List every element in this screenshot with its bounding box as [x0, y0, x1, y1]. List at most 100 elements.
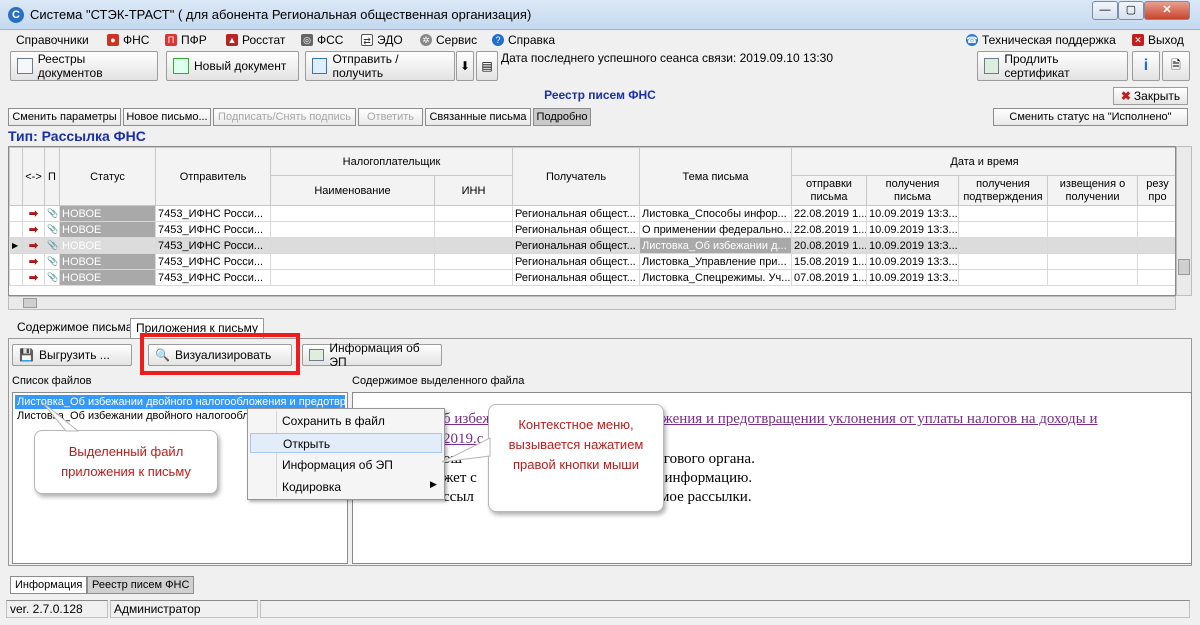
registry-button[interactable]: Реестры документов: [10, 51, 158, 81]
set-done-status-button[interactable]: Сменить статус на "Исполнено": [993, 108, 1188, 126]
menu-service[interactable]: ✲ Сервис: [420, 32, 477, 48]
sync-icon: [312, 58, 328, 74]
cell-taxpayer-inn: [434, 221, 513, 238]
table-row[interactable]: ➡ 📎 НОВОЕ 7453_ИФНС Росси... Региональная об…: [9, 205, 1175, 222]
print-button[interactable]: ▤: [476, 51, 498, 81]
grid-horizontal-scrollbar[interactable]: [8, 296, 1176, 310]
context-encoding[interactable]: Кодировка: [250, 477, 442, 497]
cell-result: [1137, 205, 1175, 222]
menu-pfr[interactable]: П ПФР: [165, 32, 207, 48]
context-signature-info[interactable]: Информация об ЭП: [250, 455, 442, 475]
cell-taxpayer-name: [270, 205, 435, 222]
cell-sent-date: 20.08.2019 1...: [791, 237, 867, 254]
grid-header-direction[interactable]: <->: [22, 147, 45, 206]
grid-header-p[interactable]: П: [44, 147, 60, 206]
cell-recipient: Региональная общест...: [512, 205, 640, 222]
info-icon[interactable]: i: [1132, 51, 1160, 81]
close-panel-button[interactable]: ✖ Закрыть: [1113, 87, 1188, 105]
grid-header-notice[interactable]: извещения о получении: [1047, 175, 1138, 206]
menu-edo[interactable]: ⇄ ЭДО: [361, 32, 403, 48]
menu-exit[interactable]: ✕ Выход: [1132, 32, 1184, 48]
cell-sender: 7453_ИФНС Росси...: [155, 221, 271, 238]
grid-header-inn[interactable]: ИНН: [434, 175, 513, 206]
cell-result: [1137, 253, 1175, 270]
signature-info-button[interactable]: Информация об ЭП: [302, 341, 442, 369]
grid-header-result[interactable]: резу про: [1137, 175, 1175, 206]
menu-fns[interactable]: ● ФНС: [107, 32, 149, 48]
main-toolbar: Реестры документов Новый документ Отправ…: [0, 50, 1200, 84]
cell-received-date: 10.09.2019 13:3...: [866, 205, 959, 222]
context-save-to-file[interactable]: Сохранить в файл: [250, 411, 442, 431]
highlight-box: [140, 333, 300, 375]
cell-notice-date: [1047, 237, 1138, 254]
context-open[interactable]: Открыть: [250, 433, 442, 453]
cell-received-date: 10.09.2019 13:3...: [866, 269, 959, 286]
grid-header-status[interactable]: Статус: [59, 147, 156, 206]
document-info-button[interactable]: 🗎: [1162, 51, 1190, 81]
menu-directories[interactable]: Справочники: [16, 32, 89, 48]
cell-taxpayer-inn: [434, 253, 513, 270]
close-window-button[interactable]: ✕: [1144, 1, 1190, 20]
linked-letters-button[interactable]: Связанные письма: [425, 108, 531, 126]
cell-subject: Листовка_Способы инфор...: [639, 205, 792, 222]
details-toggle[interactable]: Подробно: [533, 108, 591, 126]
cell-received-date: 10.09.2019 13:3...: [866, 253, 959, 270]
cell-confirm-date: [958, 221, 1048, 238]
grid-header-confirm[interactable]: получения подтверждения: [958, 175, 1048, 206]
scroll-thumb[interactable]: [1178, 259, 1190, 275]
grid-header-received[interactable]: получения письма: [866, 175, 959, 206]
new-document-icon: [173, 58, 189, 74]
grid-header-recipient[interactable]: Получатель: [512, 147, 640, 206]
download-button[interactable]: ⬇: [456, 51, 474, 81]
cell-taxpayer-inn: [434, 205, 513, 222]
new-letter-button[interactable]: Новое письмо...: [123, 108, 211, 126]
tab-letter-content[interactable]: Содержимое письма: [12, 318, 137, 338]
menu-help[interactable]: ? Справка: [492, 32, 555, 48]
cell-attachment-icon: 📎: [44, 269, 60, 286]
support-icon: ☎: [966, 34, 978, 46]
grid-header-sender[interactable]: Отправитель: [155, 147, 271, 206]
table-row[interactable]: ➡ 📎 НОВОЕ 7453_ИФНС Росси... Региональная об…: [9, 269, 1175, 286]
grid-header-subject[interactable]: Тема письма: [639, 147, 792, 206]
pfr-icon: П: [165, 34, 177, 46]
cell-status: НОВОЕ: [59, 237, 156, 254]
send-receive-button[interactable]: Отправить / получить: [305, 51, 455, 81]
cell-marker: ▶: [9, 237, 23, 254]
maximize-button[interactable]: ▢: [1118, 1, 1144, 20]
sign-button[interactable]: Подписать/Снять подпись: [213, 108, 356, 126]
app-icon: C: [8, 7, 24, 23]
cell-subject: О применении федерально...: [639, 221, 792, 238]
minimize-button[interactable]: —: [1092, 1, 1118, 20]
menu-fss[interactable]: ◎ ФСС: [301, 32, 343, 48]
grid-header-datetime: Дата и время: [791, 147, 1175, 176]
grid-header-sent[interactable]: отправки письма: [791, 175, 867, 206]
content-fragment-3: жет с: [443, 470, 477, 486]
table-row[interactable]: ▶ ➡ 📎 НОВОЕ 7453_ИФНС Росси... Региональная о…: [9, 237, 1175, 254]
cell-sender: 7453_ИФНС Росси...: [155, 253, 271, 270]
extend-certificate-button[interactable]: Продлить сертификат: [977, 51, 1128, 81]
gear-icon: ✲: [420, 34, 432, 46]
cell-subject: Листовка_Об избежании д...: [639, 237, 792, 254]
cell-result: [1137, 269, 1175, 286]
new-document-button[interactable]: Новый документ: [166, 51, 299, 81]
table-row[interactable]: ➡ 📎 НОВОЕ 7453_ИФНС Росси... Региональная об…: [9, 253, 1175, 270]
edo-icon: ⇄: [361, 34, 373, 46]
table-row[interactable]: ➡ 📎 НОВОЕ 7453_ИФНС Росси... Региональная об…: [9, 221, 1175, 238]
tab-information[interactable]: Информация: [10, 576, 88, 594]
grid-header-name[interactable]: Наименование: [270, 175, 435, 206]
arrow-down-icon: ⬇: [459, 59, 471, 73]
menu-support[interactable]: ☎ Техническая поддержка: [966, 32, 1116, 48]
scroll-thumb-horizontal[interactable]: [23, 298, 37, 308]
submenu-arrow-icon: ▶: [430, 479, 437, 489]
grid-vertical-scrollbar[interactable]: [1176, 146, 1192, 296]
cell-attachment-icon: 📎: [44, 237, 60, 254]
cell-taxpayer-inn: [434, 269, 513, 286]
tab-fns-registry[interactable]: Реестр писем ФНС: [87, 576, 195, 594]
certificate-icon: [984, 58, 1000, 74]
cell-recipient: Региональная общест...: [512, 221, 640, 238]
cell-marker: [9, 221, 23, 238]
reply-button[interactable]: Ответить: [358, 108, 423, 126]
menu-rosstat[interactable]: ▲ Росстат: [226, 32, 285, 48]
change-params-button[interactable]: Сменить параметры: [8, 108, 121, 126]
export-button[interactable]: 💾 Выгрузить ...: [12, 344, 132, 366]
